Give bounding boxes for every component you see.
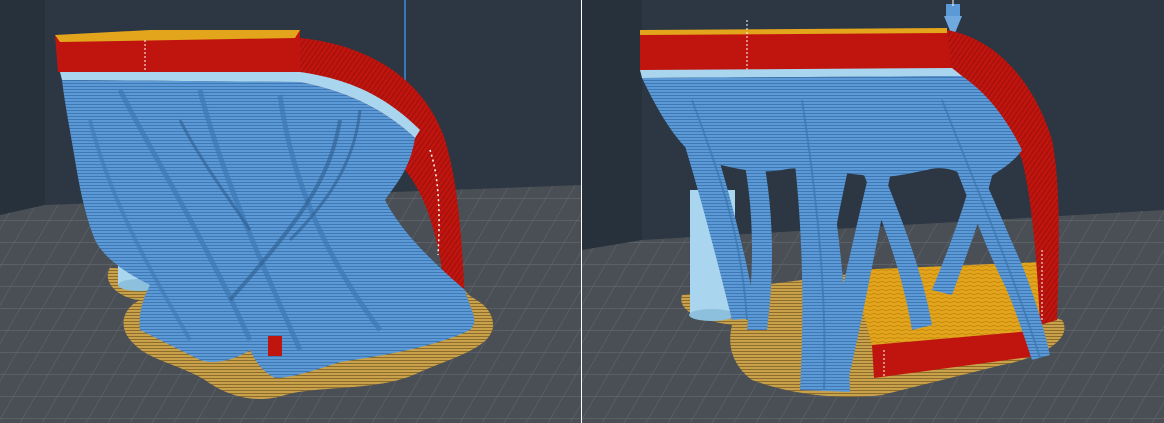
dual-viewport [0,0,1164,423]
model-top-side [640,30,952,72]
side-wall [582,0,642,250]
slice-preview-left[interactable] [0,0,582,423]
side-wall [0,0,45,215]
model-gap [268,336,282,356]
right-scene [582,0,1164,423]
left-scene [0,0,582,423]
slice-preview-right[interactable] [582,0,1164,423]
